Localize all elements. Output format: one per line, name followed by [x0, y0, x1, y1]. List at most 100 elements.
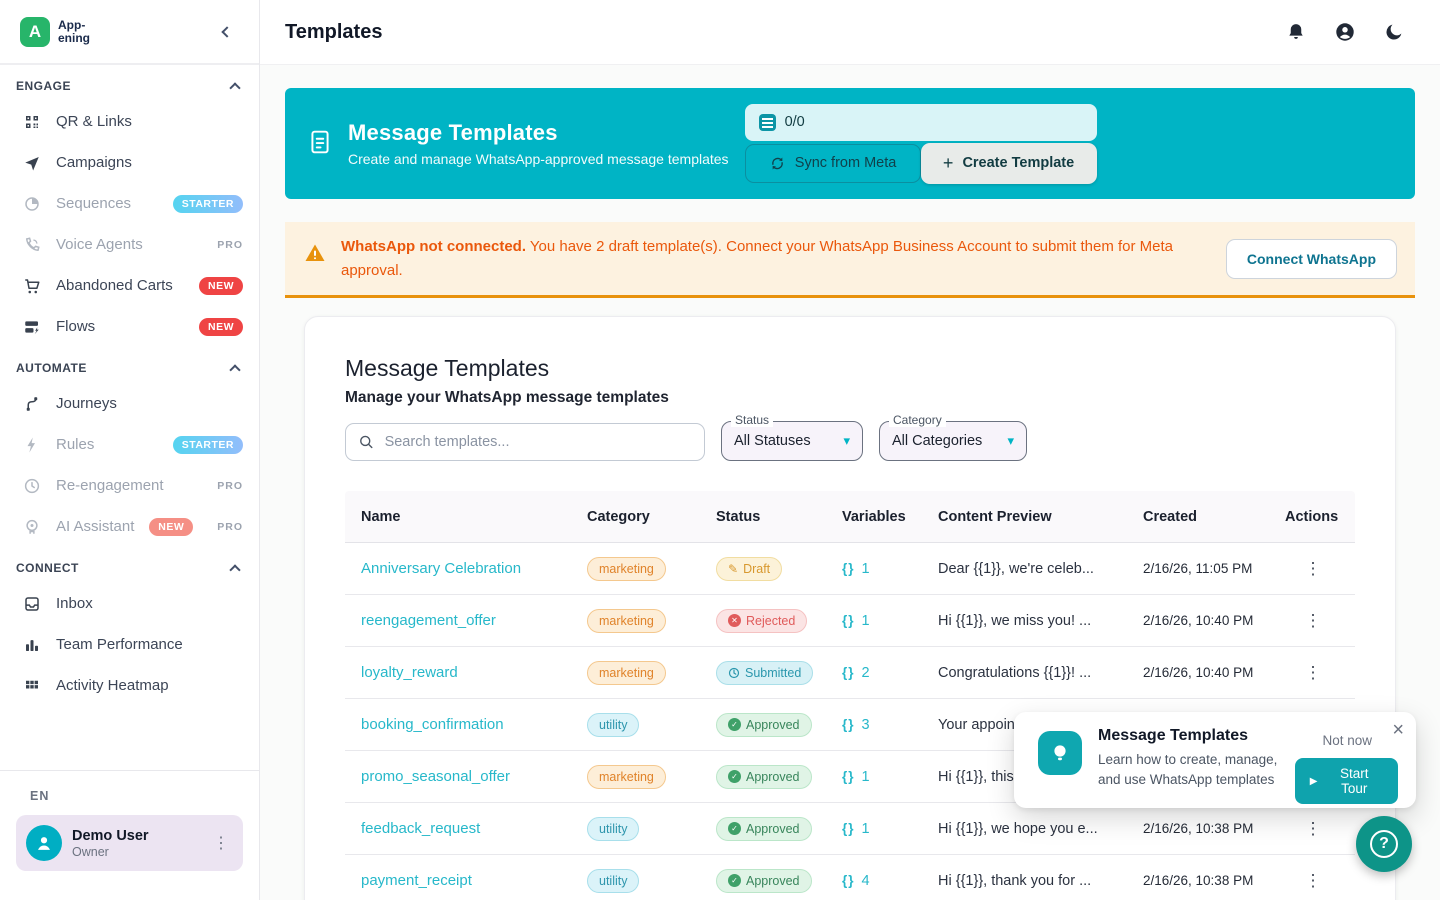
pencil-icon: ✎	[728, 562, 738, 576]
sidebar-item-sequences[interactable]: Sequences STARTER	[0, 183, 259, 224]
sidebar-item-activity-heatmap[interactable]: Activity Heatmap	[0, 665, 259, 706]
sync-icon	[769, 155, 786, 172]
row-actions-menu-icon[interactable]: ⋮	[1269, 611, 1357, 631]
variables-count: {}2	[842, 665, 922, 681]
column-header-actions: Actions	[1269, 509, 1357, 525]
sync-from-meta-button[interactable]: Sync from Meta	[745, 144, 921, 183]
sidebar-section-engage[interactable]: ENGAGE	[0, 65, 259, 101]
sidebar-item-re-engagement[interactable]: Re-engagement PRO	[0, 465, 259, 506]
table-row: loyalty_reward marketing Submitted {}2 C…	[345, 647, 1355, 699]
row-actions-menu-icon[interactable]: ⋮	[1269, 819, 1357, 839]
sidebar-item-label: Inbox	[56, 595, 93, 612]
new-badge: NEW	[199, 277, 243, 295]
sidebar-item-ai-assistant[interactable]: AI Assistant NEW PRO	[0, 506, 259, 547]
status-label: Submitted	[745, 666, 801, 680]
created-date: 2/16/26, 10:40 PM	[1127, 665, 1269, 680]
sequences-icon	[22, 194, 42, 214]
user-card[interactable]: Demo User Owner ⋮	[16, 815, 243, 871]
new-badge: NEW	[149, 518, 193, 536]
notifications-bell-icon[interactable]	[1286, 22, 1306, 42]
table-row: Anniversary Celebration marketing ✎ Draft…	[345, 543, 1355, 595]
status-label: Approved	[746, 874, 800, 888]
hero-actions: 0/0 Sync from Meta + Create Template	[745, 104, 1097, 184]
category-badge: marketing	[587, 765, 666, 789]
status-filter-select[interactable]: Status All Statuses ▾	[721, 421, 863, 461]
status-label: Draft	[743, 562, 770, 576]
sidebar-collapse-button[interactable]	[215, 20, 239, 44]
chevron-up-icon	[229, 564, 240, 575]
warning-triangle-icon	[303, 241, 327, 270]
pro-tag: PRO	[217, 521, 243, 533]
row-actions-menu-icon[interactable]: ⋮	[1269, 663, 1357, 683]
row-actions-menu-icon[interactable]: ⋮	[1269, 871, 1357, 891]
status-label: Approved	[746, 822, 800, 836]
category-filter-label: Category	[889, 413, 946, 427]
flows-icon	[22, 317, 42, 337]
tour-title: Message Templates	[1098, 727, 1295, 745]
template-name-link[interactable]: feedback_request	[361, 820, 480, 837]
sidebar-item-voice-agents[interactable]: Voice Agents PRO	[0, 224, 259, 265]
user-name: Demo User	[72, 828, 149, 844]
brand-name-top: App-	[58, 19, 90, 32]
variables-count: {}4	[842, 873, 922, 889]
sidebar-item-qr-links[interactable]: QR & Links	[0, 101, 259, 142]
sidebar-item-label: Activity Heatmap	[56, 677, 169, 694]
template-name-link[interactable]: promo_seasonal_offer	[361, 768, 510, 785]
variables-count: {}1	[842, 613, 922, 629]
tour-body: Learn how to create, manage, and use Wha…	[1098, 750, 1295, 789]
start-tour-label: Start Tour	[1325, 766, 1383, 796]
user-avatar	[26, 825, 62, 861]
variables-value: 4	[862, 873, 870, 889]
status-badge: ✎ Draft	[716, 557, 782, 581]
sidebar-item-rules[interactable]: Rules STARTER	[0, 424, 259, 465]
status-filter-value: All Statuses	[734, 433, 811, 449]
template-name-link[interactable]: loyalty_reward	[361, 664, 458, 681]
clock-icon	[22, 476, 42, 496]
variables-value: 2	[862, 665, 870, 681]
start-tour-button[interactable]: ▶ Start Tour	[1295, 758, 1398, 804]
pro-tag: PRO	[217, 239, 243, 251]
sidebar-item-flows[interactable]: Flows NEW	[0, 306, 259, 347]
create-template-button[interactable]: + Create Template	[921, 143, 1097, 184]
template-name-link[interactable]: reengagement_offer	[361, 612, 496, 629]
language-selector[interactable]: EN	[16, 785, 243, 815]
category-filter-select[interactable]: Category All Categories ▾	[879, 421, 1027, 461]
connect-whatsapp-button[interactable]: Connect WhatsApp	[1226, 239, 1397, 279]
account-icon[interactable]	[1334, 21, 1356, 43]
template-name-link[interactable]: Anniversary Celebration	[361, 560, 521, 577]
row-actions-menu-icon[interactable]: ⋮	[1269, 559, 1357, 579]
user-meta: Demo User Owner	[72, 828, 149, 859]
sidebar-section-connect[interactable]: CONNECT	[0, 547, 259, 583]
alert-text-bold: WhatsApp not connected.	[341, 238, 526, 255]
sidebar-item-team-performance[interactable]: Team Performance	[0, 624, 259, 665]
inbox-icon	[22, 594, 42, 614]
sidebar-item-inbox[interactable]: Inbox	[0, 583, 259, 624]
brand-logo-letter: A	[29, 22, 41, 42]
dark-mode-moon-icon[interactable]	[1384, 22, 1404, 42]
category-filter-value: All Categories	[892, 433, 982, 449]
close-icon[interactable]: ×	[1392, 720, 1404, 740]
sidebar-item-journeys[interactable]: Journeys	[0, 383, 259, 424]
created-date: 2/16/26, 11:05 PM	[1127, 561, 1269, 576]
column-header-created: Created	[1127, 509, 1269, 525]
template-name-link[interactable]: payment_receipt	[361, 872, 472, 889]
category-badge: utility	[587, 869, 639, 893]
plus-icon: +	[943, 153, 954, 174]
chevron-down-icon: ▾	[843, 433, 850, 449]
sidebar-item-label: Rules	[56, 436, 94, 453]
variables-value: 1	[862, 821, 870, 837]
search-input[interactable]	[385, 434, 692, 450]
help-button[interactable]: ?	[1356, 816, 1412, 872]
sidebar-nav: Dashboard ENGAGE QR & Links Campaigns Se…	[0, 64, 259, 770]
not-now-button[interactable]: Not now	[1322, 733, 1372, 748]
category-badge: marketing	[587, 557, 666, 581]
sidebar-item-abandoned-carts[interactable]: Abandoned Carts NEW	[0, 265, 259, 306]
lightning-icon	[22, 435, 42, 455]
sidebar-section-automate[interactable]: AUTOMATE	[0, 347, 259, 383]
starter-badge: STARTER	[173, 436, 243, 454]
sidebar-item-campaigns[interactable]: Campaigns	[0, 142, 259, 183]
kebab-menu-icon[interactable]: ⋮	[209, 833, 233, 853]
chevron-up-icon	[229, 364, 240, 375]
variables-value: 3	[862, 717, 870, 733]
template-name-link[interactable]: booking_confirmation	[361, 716, 504, 733]
